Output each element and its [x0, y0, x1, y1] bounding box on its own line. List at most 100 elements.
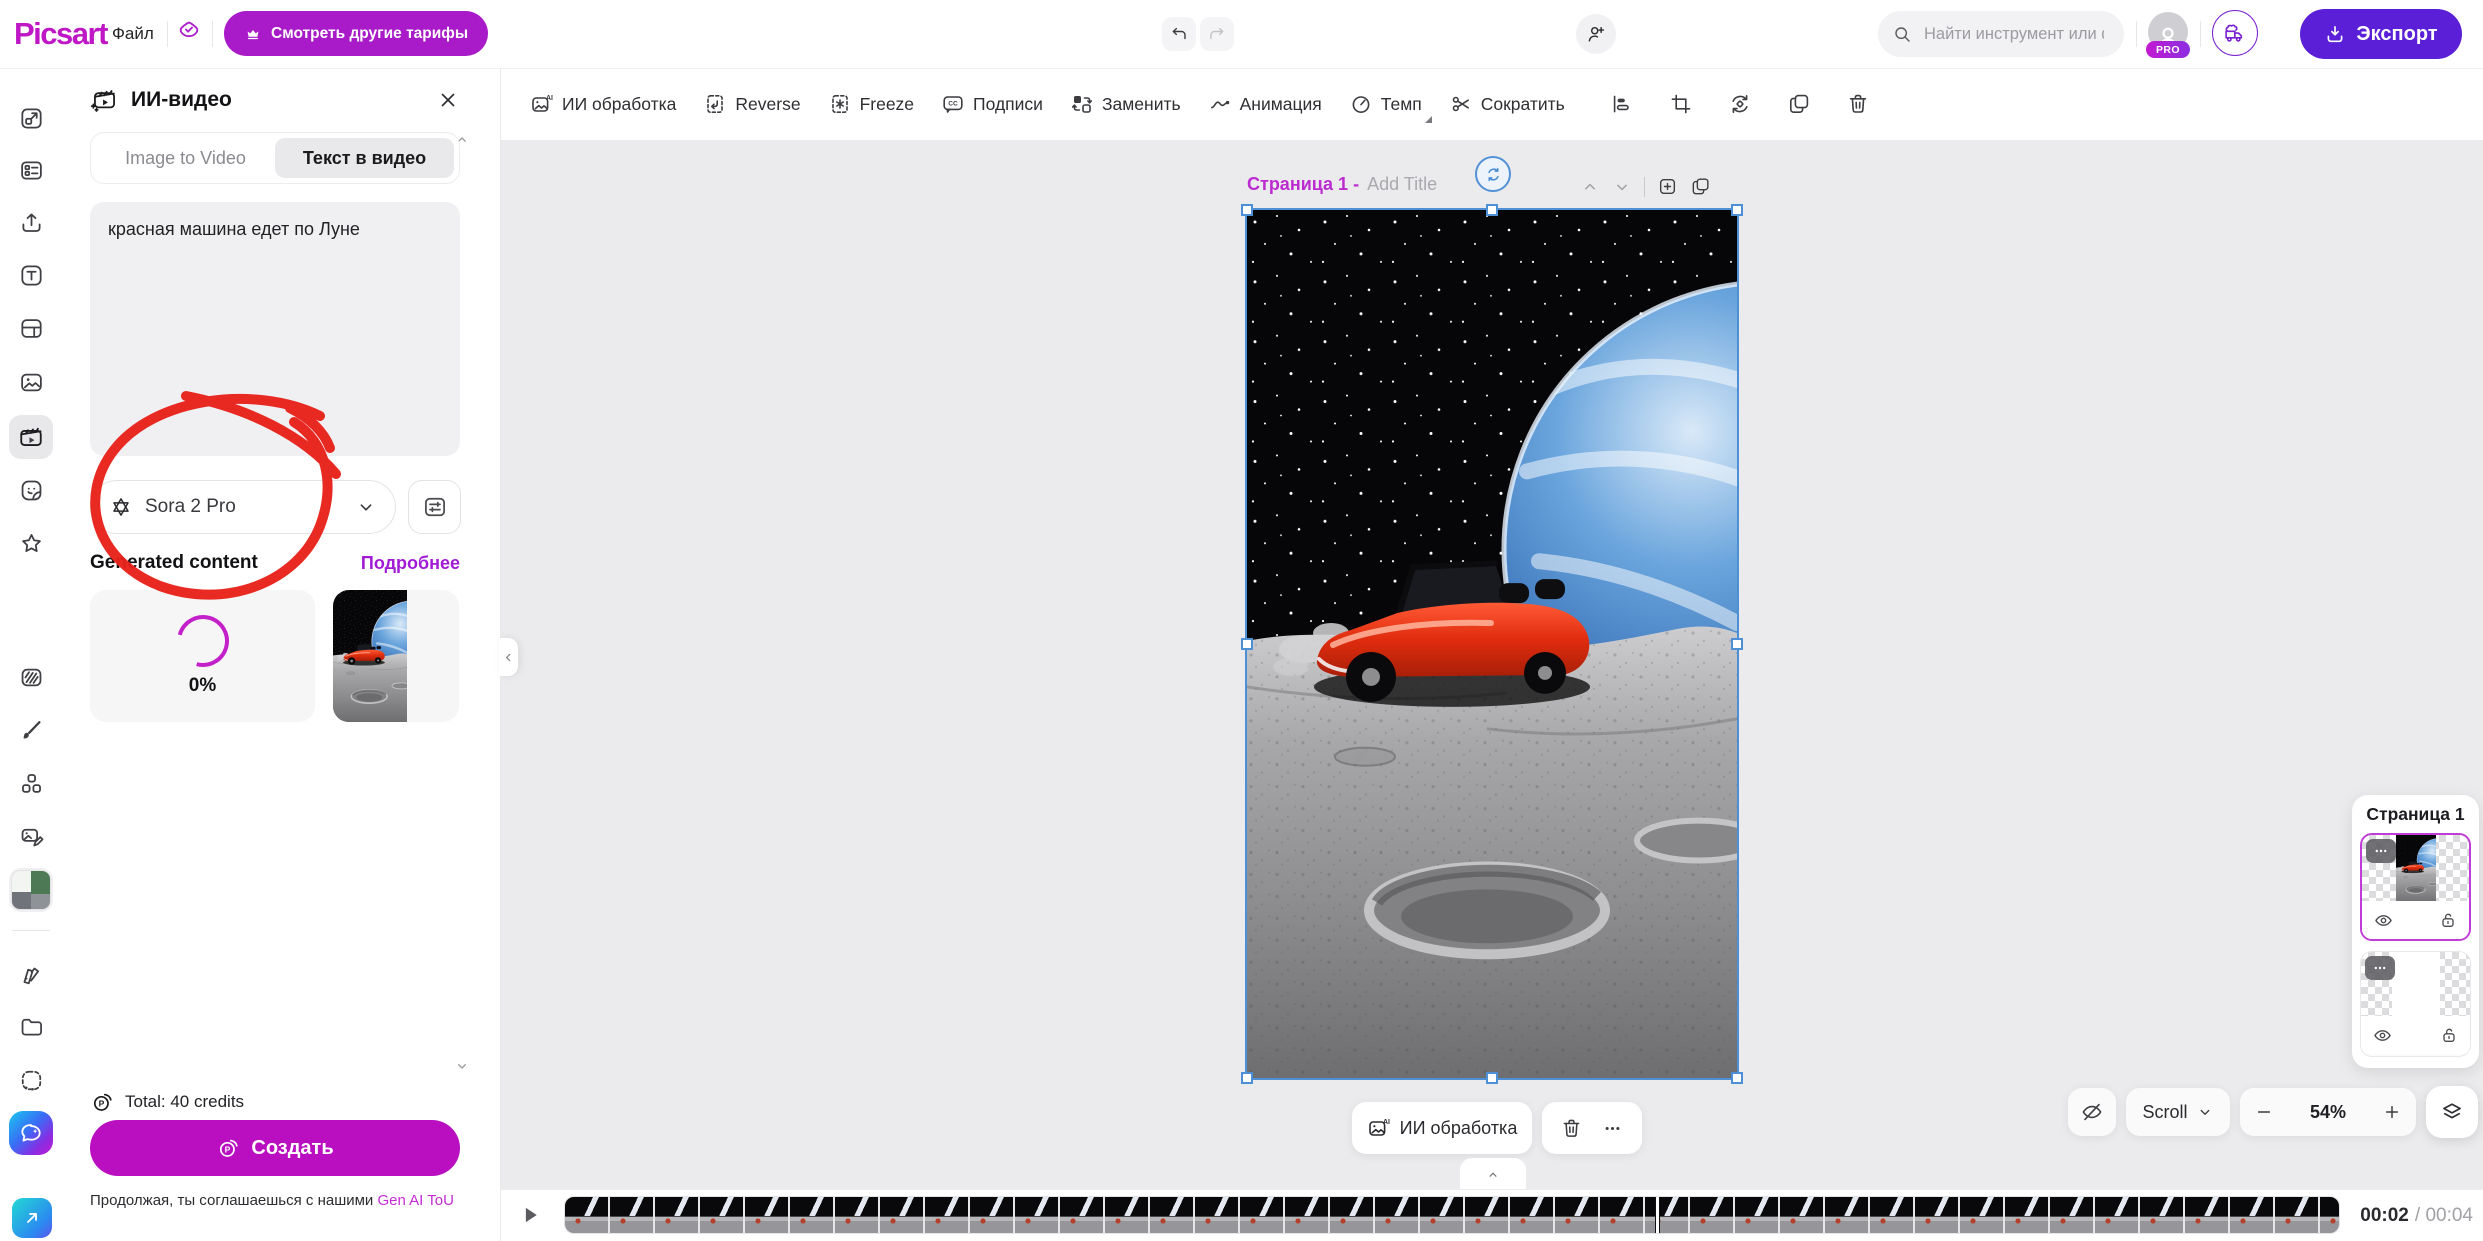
duplicate-button[interactable] [1783, 88, 1815, 120]
toolbar-animation[interactable]: Анимация [1208, 92, 1322, 116]
play-button[interactable] [512, 1197, 548, 1233]
generated-video-thumbnail[interactable] [333, 590, 459, 722]
search-input[interactable] [1922, 24, 2106, 45]
rotate-handle[interactable] [1475, 156, 1511, 192]
sidebar-item-photo-edit[interactable] [9, 815, 53, 859]
unlock-icon[interactable] [2439, 1025, 2459, 1045]
visibility-eye-icon[interactable] [2373, 910, 2394, 931]
page-label[interactable]: Страница 1 - [1247, 174, 1359, 195]
toolbar-reverse[interactable]: Reverse [703, 92, 800, 116]
timeline-playhead[interactable] [1655, 1197, 1660, 1233]
zoom-out-icon[interactable] [2254, 1102, 2274, 1122]
redo-button[interactable] [1200, 17, 1234, 51]
sidebar-item-elements[interactable] [9, 761, 53, 805]
sidebar-item-text[interactable] [9, 253, 53, 297]
share-shortcut-button[interactable] [12, 1198, 52, 1238]
layer-menu-button[interactable] [2365, 956, 2395, 980]
tab-image-to-video[interactable]: Image to Video [96, 138, 275, 178]
sidebar-item-selection[interactable] [9, 1058, 53, 1102]
view-mode-dropdown[interactable]: Scroll [2126, 1088, 2230, 1136]
selection-handle-top-right[interactable] [1731, 204, 1743, 216]
details-link[interactable]: Подробнее [361, 553, 460, 574]
panel-header: ИИ-видео [90, 86, 232, 113]
layer-item-video[interactable] [2360, 833, 2471, 941]
selection-handle-mid-left[interactable] [1241, 638, 1253, 650]
generation-settings-button[interactable] [408, 480, 461, 534]
toolbar-ai-edit-label: ИИ обработка [562, 94, 676, 115]
sidebar-item-video[interactable] [9, 415, 53, 459]
sidebar-item-favorites[interactable] [9, 521, 53, 565]
selection-handle-mid-right[interactable] [1731, 638, 1743, 650]
invite-collaborators-button[interactable] [1576, 14, 1616, 54]
timeline-collapse-tab[interactable] [1460, 1158, 1526, 1191]
prompt-input[interactable]: красная машина едет по Луне [90, 202, 460, 456]
delete-button[interactable] [1842, 88, 1874, 120]
generation-progress-card[interactable]: 0% [90, 590, 315, 722]
layer-menu-button[interactable] [2366, 839, 2396, 863]
sidebar-item-draw[interactable] [9, 708, 53, 752]
sidebar-item-uploads[interactable] [9, 200, 53, 244]
tab-text-to-video[interactable]: Текст в видео [275, 138, 454, 178]
legal-text: Продолжая, ты соглашаешься с нашими [90, 1192, 373, 1209]
sidebar-item-colors[interactable] [9, 951, 53, 995]
sidebar-item-project-thumbnail[interactable] [9, 868, 53, 912]
toolbar-ai-edit[interactable]: ИИ обработка [530, 92, 676, 116]
add-page-icon[interactable] [1657, 176, 1678, 197]
move-page-up-icon[interactable] [1580, 177, 1600, 197]
toolbar-freeze[interactable]: Freeze [828, 92, 914, 116]
move-page-down-icon[interactable] [1612, 177, 1632, 197]
sidebar-item-folder[interactable] [9, 1005, 53, 1049]
panel-collapse-handle[interactable] [499, 638, 518, 676]
selection-handle-bottom-right[interactable] [1731, 1072, 1743, 1084]
ai-assistant-button[interactable] [9, 1111, 53, 1155]
unlock-icon[interactable] [2438, 910, 2458, 930]
sidebar-item-resize[interactable] [9, 96, 53, 140]
selected-video-clip[interactable] [1247, 210, 1737, 1078]
sidebar-item-photos[interactable] [9, 360, 53, 404]
selection-handle-top-left[interactable] [1241, 204, 1253, 216]
gen-ai-tou-link[interactable]: Gen AI ToU [377, 1192, 453, 1209]
cloud-sync-button[interactable] [176, 18, 202, 44]
layer-item-background[interactable] [2360, 951, 2471, 1057]
hide-ui-button[interactable] [2068, 1088, 2116, 1136]
chevron-up-icon [1486, 1168, 1500, 1182]
page-title-placeholder[interactable]: Add Title [1367, 174, 1437, 195]
toolbar-captions[interactable]: Подписи [941, 92, 1043, 116]
create-button[interactable]: Создать [90, 1120, 460, 1176]
timeline-filmstrip[interactable] [564, 1196, 2340, 1234]
panel-close-button[interactable] [434, 86, 462, 114]
selection-handle-bottom-center[interactable] [1486, 1072, 1498, 1084]
selection-handle-top-center[interactable] [1486, 204, 1498, 216]
more-options-icon[interactable] [1601, 1117, 1624, 1140]
visibility-eye-icon[interactable] [2372, 1025, 2393, 1046]
search-bar[interactable] [1878, 11, 2124, 57]
sidebar-item-stickers[interactable] [9, 468, 53, 512]
flip-rotate-button[interactable] [1724, 88, 1756, 120]
toolbar-replace[interactable]: Заменить [1070, 92, 1181, 116]
model-selector[interactable]: Sora 2 Pro [90, 480, 396, 534]
toolbar-tempo[interactable]: Темп [1349, 92, 1422, 116]
toolbar-trim[interactable]: Сократить [1449, 92, 1565, 116]
mode-tabs: Image to Video Текст в видео [90, 132, 460, 184]
export-button[interactable]: Экспорт [2300, 9, 2462, 59]
duplicate-page-icon[interactable] [1690, 176, 1711, 197]
crop-button[interactable] [1665, 88, 1697, 120]
sidebar-item-templates[interactable] [9, 148, 53, 192]
panel-scroll-down[interactable] [454, 1058, 470, 1074]
cloud-check-icon [176, 18, 202, 44]
upgrade-plans-label: Смотреть другие тарифы [271, 25, 468, 43]
file-menu[interactable]: Файл [112, 0, 154, 68]
undo-button[interactable] [1162, 17, 1196, 51]
crop-icon [1669, 92, 1693, 116]
zoom-in-icon[interactable] [2382, 1102, 2402, 1122]
sidebar-item-background[interactable] [9, 655, 53, 699]
align-button[interactable] [1606, 88, 1638, 120]
selection-handle-bottom-left[interactable] [1241, 1072, 1253, 1084]
merch-print-button[interactable] [2212, 10, 2258, 56]
clip-ai-edit-button[interactable]: ИИ обработка [1352, 1102, 1532, 1154]
sidebar-item-layout[interactable] [9, 306, 53, 350]
trash-icon[interactable] [1560, 1117, 1583, 1140]
picsart-logo[interactable]: Picsart [14, 0, 107, 68]
upgrade-plans-button[interactable]: Смотреть другие тарифы [224, 11, 488, 56]
layers-toggle-button[interactable] [2426, 1086, 2478, 1138]
